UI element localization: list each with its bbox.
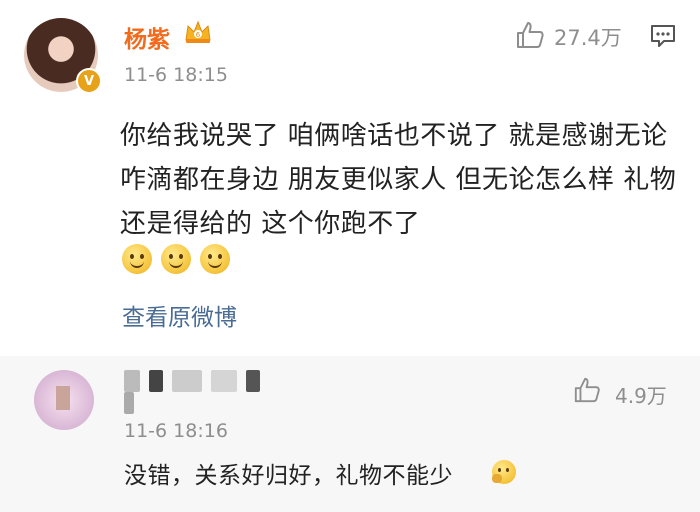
verified-v-icon: V bbox=[76, 68, 102, 94]
reply-text: 没错，关系好归好，礼物不能少 bbox=[124, 463, 453, 489]
thinking-emoji-icon bbox=[492, 460, 516, 484]
like-count: 4.9万 bbox=[615, 384, 667, 408]
timestamp: 11-6 18:16 bbox=[124, 420, 228, 442]
vip-crown-icon: 6 bbox=[185, 20, 211, 43]
view-original-link[interactable]: 查看原微博 bbox=[122, 298, 237, 332]
thumbs-up-icon[interactable] bbox=[515, 20, 545, 50]
smiley-icon bbox=[200, 244, 231, 274]
username[interactable]: 杨紫 bbox=[124, 20, 170, 54]
svg-text:6: 6 bbox=[196, 31, 201, 39]
avatar[interactable] bbox=[34, 370, 94, 430]
emoji-row bbox=[122, 244, 234, 276]
username-blurred[interactable] bbox=[124, 370, 274, 414]
like-count: 27.4万 bbox=[554, 26, 622, 50]
main-comment: V 杨紫 6 11-6 18:15 27.4万 你给我说哭了 咱俩啥话也不说了 … bbox=[0, 0, 700, 356]
smiley-icon bbox=[161, 244, 192, 274]
comment-icon[interactable] bbox=[650, 24, 676, 48]
thumbs-up-icon[interactable] bbox=[573, 376, 601, 404]
reply-comment: 4.9万 11-6 18:16 没错，关系好归好，礼物不能少 bbox=[0, 356, 700, 512]
timestamp: 11-6 18:15 bbox=[124, 64, 228, 86]
mosaic-blur bbox=[56, 386, 70, 410]
comment-text: 你给我说哭了 咱俩啥话也不说了 就是感谢无论咋滴都在身边 朋友更似家人 但无论怎… bbox=[120, 121, 677, 239]
avatar[interactable]: V bbox=[24, 18, 102, 94]
smiley-icon bbox=[122, 244, 152, 274]
